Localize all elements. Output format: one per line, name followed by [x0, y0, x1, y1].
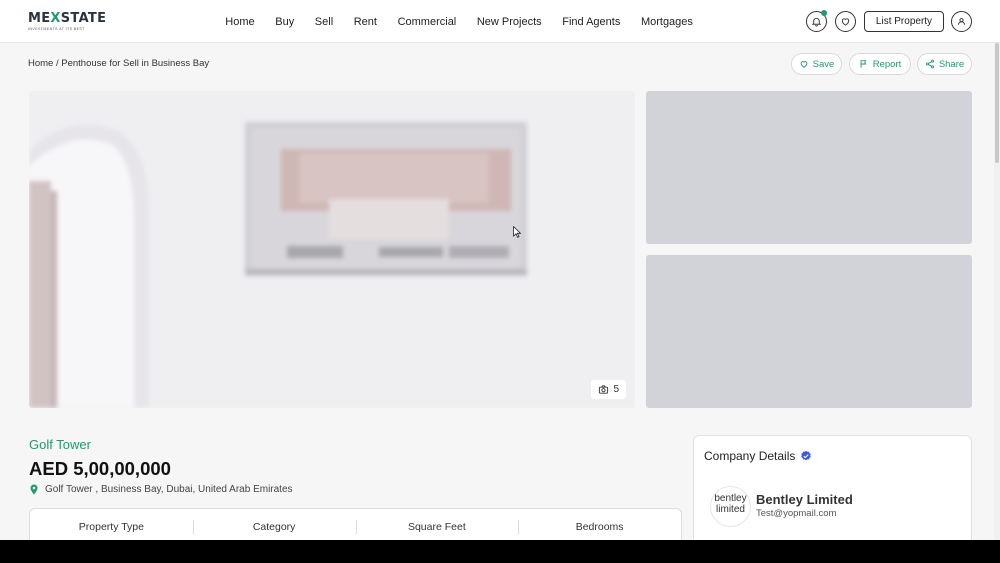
heart-icon — [841, 18, 850, 26]
spec-header-property-type: Property Type — [78, 521, 144, 533]
user-icon — [958, 18, 965, 25]
save-button[interactable]: Save — [791, 53, 842, 75]
company-details-heading: Company Details — [704, 449, 812, 463]
report-button[interactable]: Report — [849, 53, 911, 75]
company-logo[interactable]: bentley limited — [710, 486, 751, 527]
gallery-thumbnail-2[interactable] — [646, 255, 972, 408]
camera-icon — [599, 385, 609, 394]
nav-sell[interactable]: Sell — [315, 16, 333, 28]
nav-buy[interactable]: Buy — [275, 16, 294, 28]
list-property-button[interactable]: List Property — [864, 11, 944, 32]
brand-logo[interactable]: MEXSTATE INVESTMENTS AT ITS BEST — [28, 12, 128, 34]
breadcrumb[interactable]: Home / Penthouse for Sell in Business Ba… — [28, 58, 209, 69]
page: MEXSTATE INVESTMENTS AT ITS BEST Home Bu… — [0, 0, 1000, 540]
notification-dot — [821, 10, 827, 16]
spec-header-category: Category — [192, 509, 356, 540]
company-name[interactable]: Bentley Limited — [756, 492, 853, 507]
nav-home[interactable]: Home — [225, 16, 254, 28]
bell-icon — [811, 17, 822, 27]
location-pin-icon — [30, 484, 38, 495]
spec-header-square-feet: Square Feet — [355, 509, 519, 540]
nav-find-agents[interactable]: Find Agents — [562, 16, 620, 28]
company-details-card: Company Details bentley limited Bentley … — [693, 435, 972, 540]
property-location: Golf Tower , Business Bay, Dubai, United… — [29, 484, 293, 495]
photo-count-badge[interactable]: 5 — [591, 380, 626, 399]
nav-rent[interactable]: Rent — [354, 16, 377, 28]
property-title: Golf Tower — [29, 437, 91, 452]
property-specs-table: Property Type Category Square Feet Bedro… — [29, 508, 682, 540]
top-header: MEXSTATE INVESTMENTS AT ITS BEST Home Bu… — [0, 0, 1000, 43]
nav-commercial[interactable]: Commercial — [398, 16, 457, 28]
gallery-thumbnail-1[interactable] — [646, 91, 972, 244]
main-property-photo[interactable]: 5 — [29, 91, 635, 408]
page-scrollbar[interactable] — [994, 43, 1000, 540]
main-nav: Home Buy Sell Rent Commercial New Projec… — [215, 0, 703, 43]
flag-icon — [860, 60, 867, 68]
account-button[interactable] — [951, 11, 972, 32]
brand-tagline: INVESTMENTS AT ITS BEST — [28, 27, 85, 31]
share-icon — [925, 59, 934, 69]
company-email[interactable]: Test@yopmail.com — [756, 508, 836, 519]
spec-header-bedrooms: Bedrooms — [518, 509, 681, 540]
scrollbar-thumb[interactable] — [995, 43, 999, 163]
heart-icon — [800, 61, 808, 68]
interior-photo-image — [29, 91, 635, 408]
notifications-button[interactable] — [806, 10, 827, 32]
mouse-cursor-icon — [513, 226, 521, 238]
nav-mortgages[interactable]: Mortgages — [641, 16, 693, 28]
property-price: AED 5,00,00,000 — [29, 458, 171, 479]
share-button[interactable]: Share — [917, 53, 972, 75]
nav-new-projects[interactable]: New Projects — [477, 16, 542, 28]
favorites-button[interactable] — [835, 11, 856, 32]
verified-badge-icon — [801, 450, 812, 461]
